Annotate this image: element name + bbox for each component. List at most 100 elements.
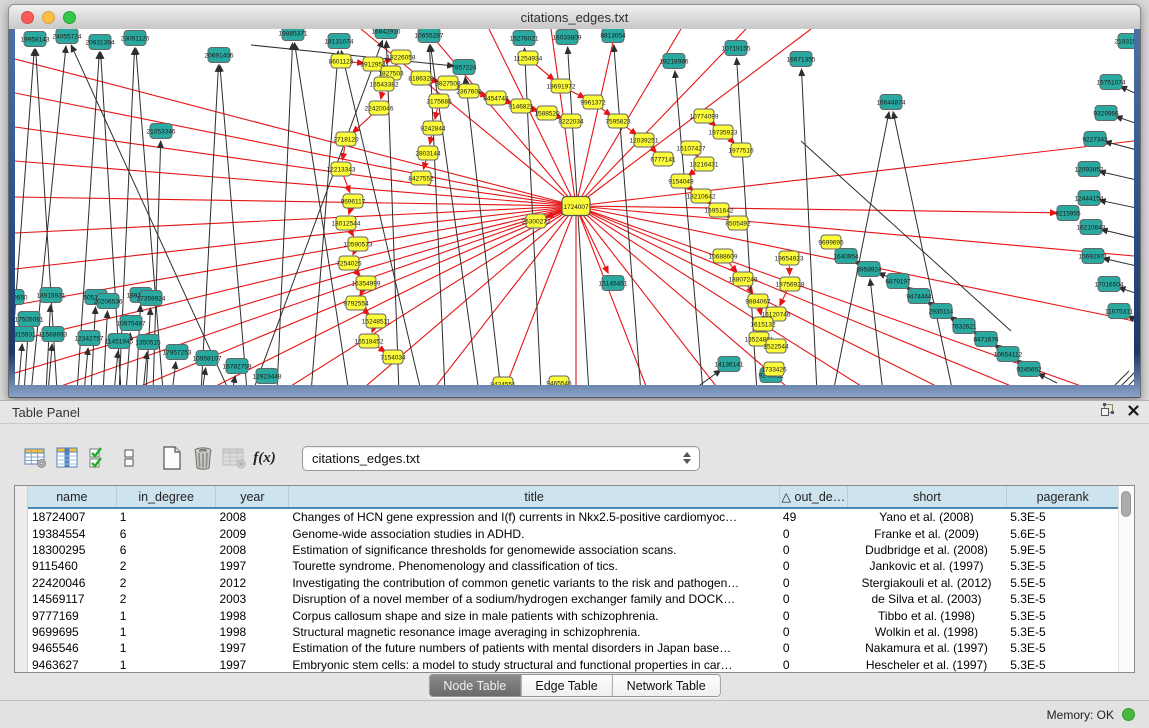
graph-node[interactable]: 9154049: [668, 174, 694, 188]
table-cell[interactable]: 19384554: [28, 527, 116, 541]
float-panel-icon[interactable]: [1100, 403, 1114, 422]
graph-node[interactable]: 9696117: [341, 194, 366, 208]
graph-node[interactable]: 7154034: [380, 350, 406, 364]
table-cell[interactable]: Estimation of the future numbers of pati…: [288, 641, 779, 655]
graph-node[interactable]: 17016504: [1095, 277, 1124, 292]
graph-node[interactable]: 20631394: [86, 35, 115, 50]
graph-node[interactable]: 2367608: [456, 84, 482, 98]
graph-node[interactable]: 19654923: [775, 251, 804, 265]
graph-node[interactable]: 18807249: [729, 272, 758, 286]
graph-node[interactable]: 8454743: [483, 91, 509, 105]
graph-hub-node[interactable]: 1724007: [562, 197, 590, 216]
table-row[interactable]: 946362711997Embryonic stem cells: a mode…: [28, 657, 1118, 672]
table-cell[interactable]: 5.3E-5: [1006, 625, 1118, 639]
graph-node[interactable]: 16644874: [877, 95, 906, 110]
graph-node[interactable]: 2935114: [929, 304, 954, 319]
table-cell[interactable]: 1: [116, 625, 216, 639]
table-cell[interactable]: 1997: [216, 641, 289, 655]
graph-node[interactable]: 9884067: [745, 294, 771, 308]
table-vertical-scrollbar[interactable]: [1118, 486, 1134, 672]
select-column-icon[interactable]: [51, 442, 82, 474]
table-cell[interactable]: 5.3E-5: [1006, 510, 1118, 524]
table-cell[interactable]: 1997: [216, 658, 289, 672]
graph-node[interactable]: 7857224: [451, 60, 477, 75]
table-cell[interactable]: Structural magnetic resonance image aver…: [288, 625, 779, 639]
select-rows-icon[interactable]: [82, 442, 113, 474]
graph-node[interactable]: 13210642: [687, 189, 716, 203]
table-cell[interactable]: 49: [779, 510, 847, 524]
column-header-short[interactable]: short: [847, 486, 1007, 507]
graph-node[interactable]: 8215955: [1055, 206, 1081, 221]
graph-node[interactable]: 1640954: [833, 249, 859, 264]
graph-node[interactable]: 18012544: [332, 216, 361, 230]
graph-node[interactable]: 3915931: [15, 327, 36, 342]
graph-node[interactable]: 11254934: [514, 51, 543, 65]
graph-node[interactable]: 1615132: [750, 317, 776, 331]
graph-node[interactable]: 18915931: [37, 288, 66, 303]
table-cell[interactable]: 2012: [216, 576, 289, 590]
graph-node[interactable]: 11568693: [39, 327, 68, 342]
graph-node[interactable]: 8471676: [973, 332, 999, 347]
table-cell[interactable]: 9699695: [28, 625, 116, 639]
graph-node[interactable]: 15145451: [599, 276, 628, 291]
graph-node[interactable]: 10688609: [709, 249, 738, 263]
table-cell[interactable]: 5.3E-5: [1006, 658, 1118, 672]
table-cell[interactable]: 1: [116, 641, 216, 655]
table-cell[interactable]: 0: [779, 527, 847, 541]
graph-node[interactable]: 6777141: [650, 152, 676, 166]
table-cell[interactable]: 0: [779, 559, 847, 573]
table-cell[interactable]: 9777169: [28, 609, 116, 623]
table-cell[interactable]: 0: [779, 641, 847, 655]
graph-node[interactable]: 19885371: [279, 29, 308, 41]
table-cell[interactable]: 6: [116, 543, 216, 557]
graph-node[interactable]: 8958924: [856, 262, 882, 277]
table-row[interactable]: 2242004622012Investigating the contribut…: [28, 575, 1118, 591]
column-header-name[interactable]: name: [28, 486, 116, 507]
table-cell[interactable]: 5.3E-5: [1006, 641, 1118, 655]
column-header-out_de[interactable]: △ out_de…: [779, 486, 847, 507]
tab-network-table[interactable]: Network Table: [612, 675, 720, 696]
graph-node[interactable]: 9792554: [343, 296, 369, 310]
graph-node[interactable]: 8424551: [490, 377, 516, 385]
graph-node[interactable]: 19958143: [21, 32, 50, 47]
table-cell[interactable]: Investigating the contribution of common…: [288, 576, 779, 590]
graph-node[interactable]: 10590573: [344, 237, 373, 251]
column-header-title[interactable]: title: [288, 486, 779, 507]
graph-node[interactable]: 19218986: [660, 54, 689, 69]
graph-node[interactable]: 15248511: [362, 314, 391, 328]
graph-node[interactable]: 8505492: [725, 216, 751, 230]
graph-node[interactable]: 16107427: [677, 141, 706, 155]
graph-node[interactable]: 7595823: [605, 114, 631, 128]
scrollbar-thumb[interactable]: [1121, 491, 1131, 517]
table-cell[interactable]: 5.3E-5: [1006, 559, 1118, 573]
graph-node[interactable]: 12039251: [630, 133, 659, 147]
graph-node[interactable]: 14136141: [715, 357, 744, 372]
table-cell[interactable]: 5.3E-5: [1006, 609, 1118, 623]
table-cell[interactable]: 0: [779, 609, 847, 623]
table-cell[interactable]: 0: [779, 576, 847, 590]
graph-node[interactable]: 3175685: [426, 94, 452, 108]
graph-node[interactable]: 20206536: [94, 294, 123, 309]
column-header-year[interactable]: year: [215, 486, 288, 507]
table-cell[interactable]: 2008: [216, 510, 289, 524]
graph-node[interactable]: 8427552: [408, 171, 434, 185]
table-row[interactable]: 1456911722003Disruption of a novel membe…: [28, 591, 1118, 607]
new-document-icon[interactable]: [156, 442, 187, 474]
graph-node[interactable]: 8222034: [558, 114, 584, 128]
table-cell[interactable]: 22420046: [28, 576, 116, 590]
graph-node[interactable]: 8601123: [329, 54, 354, 68]
table-cell[interactable]: 2: [116, 559, 216, 573]
table-cell[interactable]: 1997: [216, 559, 289, 573]
table-cell[interactable]: 5.6E-5: [1006, 527, 1118, 541]
column-header-pagerank[interactable]: pagerank: [1006, 486, 1118, 507]
close-panel-icon[interactable]: [1128, 403, 1139, 421]
graph-node[interactable]: 19756928: [776, 277, 805, 291]
graph-node[interactable]: 16782759: [223, 359, 252, 374]
graph-node[interactable]: 10975487: [117, 316, 146, 331]
table-cell[interactable]: 0: [779, 658, 847, 672]
graph-node[interactable]: 10654112: [994, 347, 1023, 362]
graph-node[interactable]: 15751074: [1097, 75, 1126, 90]
table-cell[interactable]: 9465546: [28, 641, 116, 655]
graph-node[interactable]: 10958107: [193, 351, 222, 366]
graph-node[interactable]: 2803144: [415, 146, 441, 160]
